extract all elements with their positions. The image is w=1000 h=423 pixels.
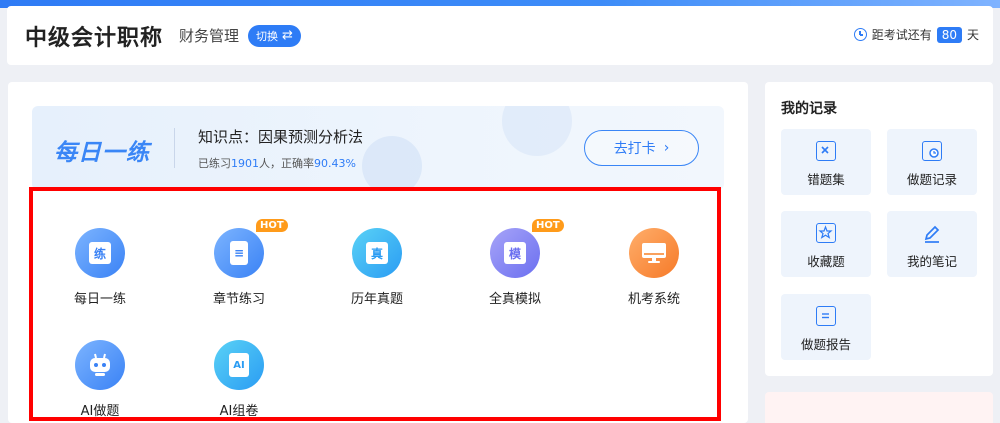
checkin-button[interactable]: 去打卡 › <box>584 130 699 166</box>
record-report[interactable]: 做题报告 <box>781 294 871 360</box>
exam-countdown: 距考试还有 80 天 <box>853 26 979 43</box>
pen-icon <box>922 223 942 243</box>
error-book-icon <box>816 141 836 161</box>
record-label: 我的笔记 <box>906 254 957 269</box>
stats-rate: 90.43% <box>314 157 356 170</box>
bottom-promo-card <box>765 392 993 423</box>
stats-middle: 人，正确率 <box>259 157 314 170</box>
history-icon <box>922 141 942 161</box>
countdown-suffix: 天 <box>966 28 979 42</box>
stats-prefix: 已练习 <box>198 157 231 170</box>
stats-count: 1901 <box>231 157 259 170</box>
records-title: 我的记录 <box>781 101 837 117</box>
clock-icon <box>853 28 867 41</box>
page-title: 中级会计职称 <box>25 25 164 51</box>
daily-practice-logo: 每日一练 <box>54 140 150 166</box>
banner-decoration <box>502 106 572 156</box>
record-label: 做题记录 <box>906 172 957 187</box>
banner-divider <box>174 128 175 168</box>
chevron-right-icon: › <box>663 140 670 156</box>
record-notes[interactable]: 我的笔记 <box>887 211 977 277</box>
report-icon <box>816 306 836 326</box>
countdown-days: 80 <box>936 26 962 43</box>
countdown-prefix: 距考试还有 <box>871 28 932 42</box>
star-icon <box>816 223 836 243</box>
switch-subject-button[interactable]: 切换 ⇄ <box>248 24 301 47</box>
record-label: 错题集 <box>807 172 845 187</box>
record-history[interactable]: 做题记录 <box>887 129 977 195</box>
record-label: 做题报告 <box>800 337 851 352</box>
switch-label: 切换 <box>256 29 279 43</box>
knowledge-point: 知识点：因果预测分析法 <box>198 128 364 146</box>
record-favorites[interactable]: 收藏题 <box>781 211 871 277</box>
header: 中级会计职称 财务管理 切换 ⇄ 距考试还有 80 天 <box>7 6 993 65</box>
record-error-book[interactable]: 错题集 <box>781 129 871 195</box>
practice-stats: 已练习1901人，正确率90.43% <box>198 155 356 171</box>
highlight-box <box>29 187 721 421</box>
banner-decoration <box>362 136 422 190</box>
record-label: 收藏题 <box>807 254 845 269</box>
checkin-label: 去打卡 <box>613 141 656 157</box>
subject-name: 财务管理 <box>179 27 240 45</box>
daily-practice-banner: 每日一练 知识点：因果预测分析法 已练习1901人，正确率90.43% 去打卡 … <box>32 106 724 190</box>
switch-arrows-icon: ⇄ <box>282 28 293 43</box>
my-records-panel: 我的记录 错题集 做题记录 收藏题 我的笔记 做题报告 <box>765 82 993 376</box>
